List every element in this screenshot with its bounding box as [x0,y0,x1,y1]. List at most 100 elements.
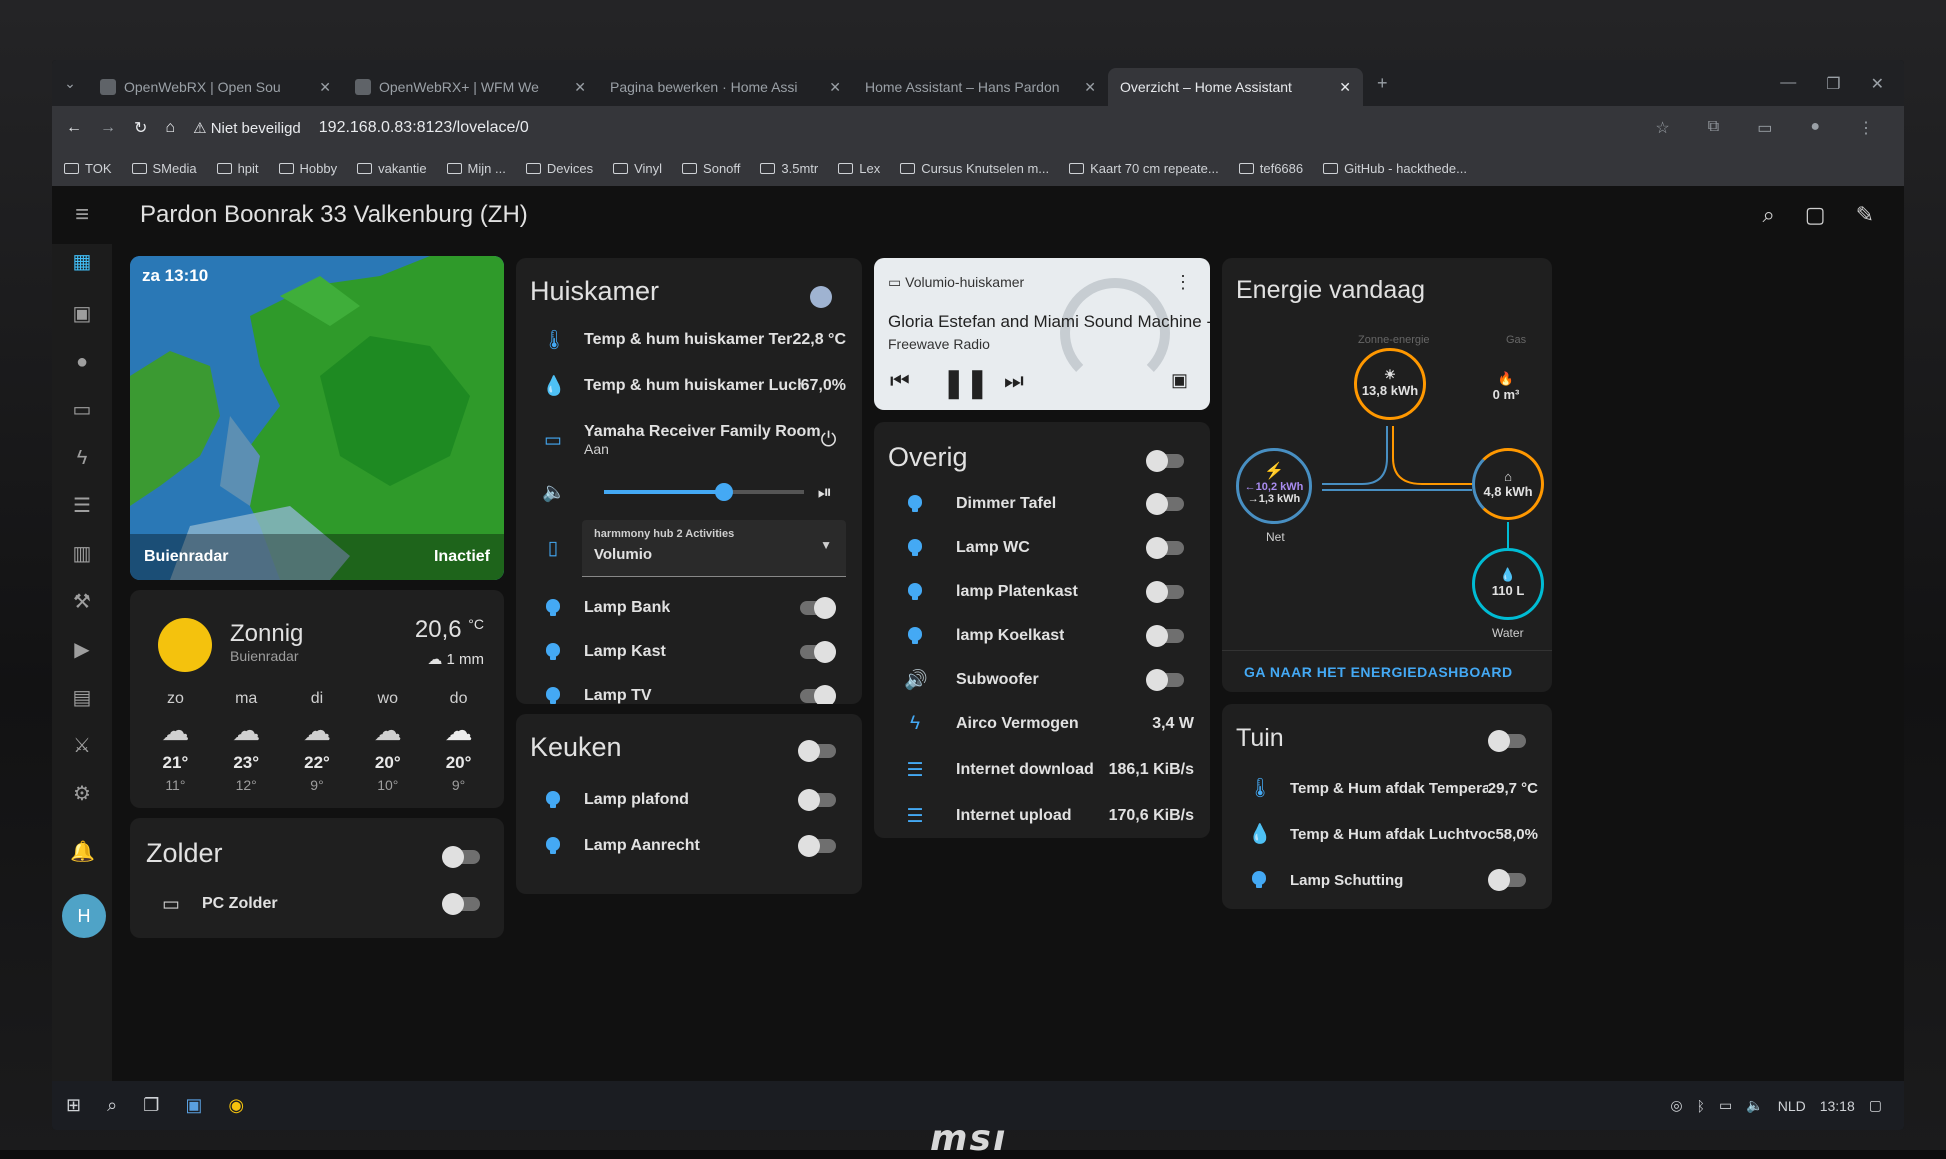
edit-icon[interactable]: ✎ [1856,202,1874,228]
lamp-toggle[interactable] [798,835,836,857]
close-icon[interactable]: ✕ [574,79,586,96]
more-icon[interactable]: ⋮ [1174,272,1192,293]
close-icon[interactable]: ✕ [829,79,841,96]
play-pause-icon[interactable]: ⏯ [818,482,832,503]
lamp-toggle[interactable] [1146,669,1184,691]
list-item[interactable]: Lamp Schutting [1222,860,1552,900]
clipboard-icon[interactable]: ▤ [70,686,94,710]
lamp-toggle[interactable] [800,641,836,663]
bookmark-item[interactable]: Devices [525,161,593,176]
hammer-icon[interactable]: ⚔ [70,734,94,758]
water-node[interactable]: 💧 110 L [1472,548,1544,620]
notifications-icon[interactable]: 🔔 [70,840,95,864]
weather-card[interactable]: Zonnig Buienradar 20,6 °C ☁ 1 mm zo ☁ 21° 1… [130,590,504,808]
pc-zolder-toggle[interactable] [442,893,480,915]
list-item[interactable]: ▭ PC Zolder [130,884,504,924]
bookmark-item[interactable]: tef6686 [1238,161,1303,176]
lamp-toggle[interactable] [800,685,836,704]
media-row[interactable]: ▭ Yamaha Receiver Family Room Aan ⏻ [516,416,862,464]
pause-icon[interactable]: ❚❚ [942,366,989,399]
gas-node[interactable]: 🔥 0 m³ [1474,354,1538,418]
network-icon[interactable]: ▭ [1719,1097,1732,1114]
menu-dots-icon[interactable]: ⋮ [1858,118,1874,138]
bookmark-item[interactable]: vakantie [357,161,427,176]
volume-icon[interactable]: 🔈 [542,480,566,504]
close-icon[interactable]: ✕ [319,79,331,96]
settings-icon[interactable]: ⚙ [70,782,94,806]
list-icon[interactable]: ☰ [70,494,94,518]
list-item[interactable]: Lamp Aanrecht [516,826,862,866]
tab-home-assistant[interactable]: Home Assistant – Hans Pardon ✕ [52,68,1108,202]
lamp-toggle[interactable] [1146,537,1184,559]
bookmark-item[interactable]: Sonoff [682,161,740,176]
list-item[interactable]: Lamp WC [874,528,1210,568]
bookmark-item[interactable]: GitHub - hackthede... [1323,161,1467,176]
bookmark-item[interactable]: Hobby [278,161,337,176]
lamp-toggle[interactable] [1146,493,1184,515]
list-item[interactable]: 💧Temp & hum huiskamer Luchtvochti...67,0… [516,366,862,406]
overig-toggle[interactable] [1146,450,1184,472]
keuken-toggle[interactable] [798,740,836,762]
bookmark-item[interactable]: hpit [216,161,259,176]
list-item[interactable]: 💧Temp & Hum afdak Luchtvochtigheid58,0% [1222,814,1552,854]
restore-icon[interactable]: ❐ [1826,74,1840,94]
bookmark-item[interactable]: TOK [64,161,112,176]
assist-icon[interactable]: ▢ [1805,202,1826,228]
bookmark-item[interactable]: Cursus Knutselen m... [900,161,1049,176]
new-tab-button[interactable]: + [1363,73,1402,106]
home-node[interactable]: ⌂ 4,8 kWh [1472,448,1544,520]
extensions-icon[interactable]: ⧉ [1708,118,1719,138]
grid-node[interactable]: ⚡ ←10,2 kWh →1,3 kWh [1236,448,1312,524]
close-icon[interactable]: ✕ [1084,79,1096,96]
search-icon[interactable]: ⌕ [1762,202,1774,228]
bookmark-item[interactable]: Lex [838,161,880,176]
url-input[interactable]: 192.168.0.83:8123/lovelace/0 [319,119,529,137]
media-control-card[interactable]: ▭ Volumio-huiskamer ⋮ Gloria Estefan and… [874,258,1210,410]
minimize-icon[interactable]: — [1780,74,1796,94]
overview-icon[interactable]: ▦ [70,250,94,274]
back-icon[interactable]: ← [66,119,82,137]
list-item[interactable]: 🌡Temp & hum huiskamer Temperatu...22,8 °… [516,320,862,360]
person-icon[interactable]: ● [70,350,94,374]
power-icon[interactable]: ⏻ [821,429,837,452]
solar-node[interactable]: ☀ 13,8 kWh [1354,348,1426,420]
list-item[interactable]: Dimmer Tafel [874,484,1210,524]
volume-knob[interactable] [715,483,733,501]
tab-openwebrx[interactable]: OpenWebRX | Open Sou ✕ [88,68,343,106]
profile-icon[interactable]: ● [1810,118,1820,138]
cast-icon[interactable]: ▭ [1757,118,1772,138]
energy-dashboard-link[interactable]: GA NAAR HET ENERGIEDASHBOARD [1244,664,1513,680]
bluetooth-icon[interactable]: ᛒ [1697,1098,1705,1114]
list-item[interactable]: 🌡Temp & Hum afdak Temperatuur29,7 °C [1222,768,1552,808]
star-icon[interactable]: ☆ [1655,118,1669,138]
search-icon[interactable]: ⌕ [107,1095,117,1116]
activity-select[interactable]: harmmony hub 2 Activities Volumio ▼ [582,519,846,577]
app-icon[interactable]: ▣ [185,1095,202,1116]
tools-icon[interactable]: ⚒ [70,590,94,614]
list-item[interactable]: lamp Platenkast [874,572,1210,612]
media-browse-icon[interactable]: ▣ [1171,370,1188,391]
history-icon[interactable]: ▥ [70,542,94,566]
list-item[interactable]: lamp Koelkast [874,616,1210,656]
chrome-icon[interactable]: ◉ [228,1095,244,1116]
tab-edit-page[interactable]: Pagina bewerken · Home Assi ✕ [52,68,853,202]
close-window-icon[interactable]: ✕ [1871,74,1884,94]
lamp-toggle[interactable] [1146,581,1184,603]
bookmark-item[interactable]: Vinyl [613,161,662,176]
map-icon[interactable]: ▣ [70,302,94,326]
bookmark-item[interactable]: 3.5mtr [760,161,818,176]
zolder-toggle[interactable] [442,846,480,868]
notification-icon[interactable]: ▢ [1869,1097,1882,1114]
huiskamer-toggle[interactable] [810,286,832,308]
list-item[interactable]: Lamp TV [516,676,862,704]
list-item[interactable]: Lamp Kast [516,632,862,672]
lamp-toggle[interactable] [798,789,836,811]
volume-slider[interactable] [604,483,804,501]
list-item[interactable]: ☰ Internet download 186,1 KiB/s [874,750,1210,790]
security-indicator[interactable]: ⚠ Niet beveiligd [193,119,301,137]
tab-openwebrx-plus[interactable]: OpenWebRX+ | WFM We ✕ [343,68,598,106]
logbook-icon[interactable]: ▭ [70,398,94,422]
volume-icon[interactable]: 🔈 [1746,1097,1763,1114]
lamp-toggle[interactable] [800,597,836,619]
energy-icon[interactable]: ϟ [70,446,94,470]
